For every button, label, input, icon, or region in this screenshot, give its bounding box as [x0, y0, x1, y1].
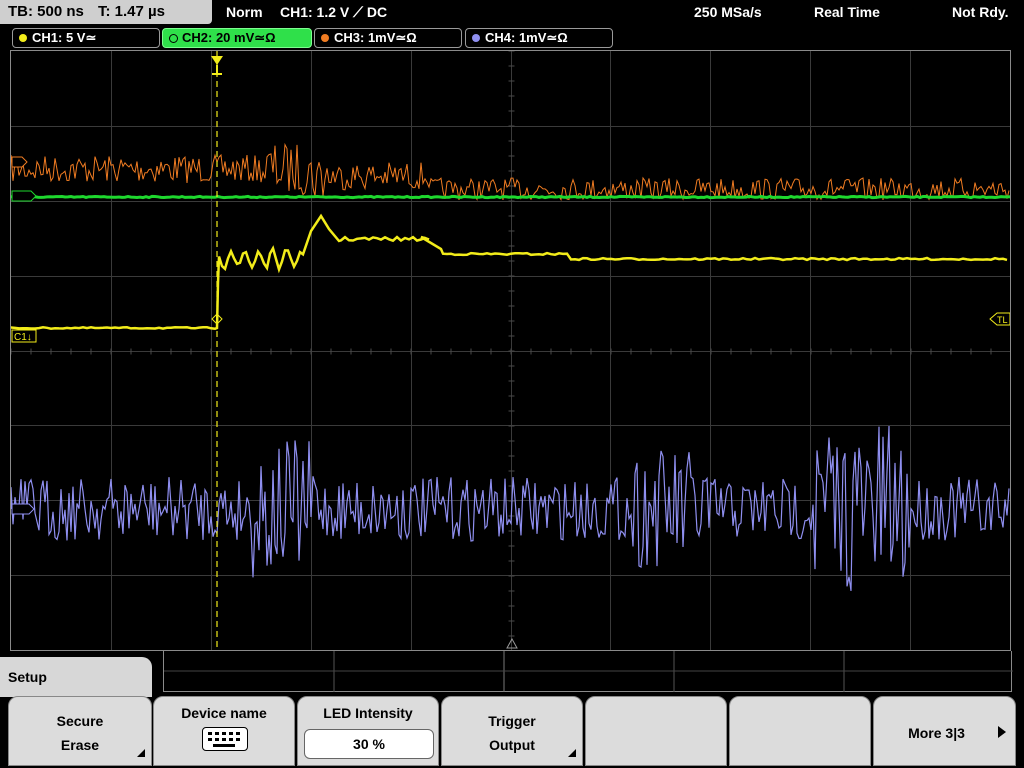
ch4-ground-marker[interactable] [11, 503, 35, 515]
trigger-level-marker[interactable]: TL [989, 312, 1010, 326]
ch3-trace [11, 142, 1010, 202]
tab-ch2[interactable]: CH2: 20 mV≃Ω [162, 28, 312, 48]
ch4-trace [11, 425, 1010, 591]
ch4-color-icon [472, 34, 480, 42]
timebase-box[interactable]: TB: 500 ns T: 1.47 µs [0, 0, 212, 24]
ch2-ground-marker[interactable] [11, 190, 37, 202]
arrow-right-icon [998, 726, 1006, 738]
acquisition-mode-label: Real Time [814, 4, 880, 20]
tab-ch1[interactable]: CH1: 5 V≃ [12, 28, 160, 48]
ready-state-label: Not Rdy. [952, 4, 1009, 20]
tab-ch4-label: CH4: 1mV≃Ω [485, 30, 568, 45]
led-intensity-label: LED Intensity [323, 705, 413, 721]
menu-title: Setup [8, 669, 47, 685]
ch1-ground-marker[interactable]: C1↓ [11, 329, 37, 343]
status-bar: TB: 500 ns T: 1.47 µs Norm CH1: 1.2 V ⟋ … [0, 0, 1024, 26]
trigger-output-line1: Trigger [488, 713, 536, 729]
more-button[interactable]: More 3|3 [873, 696, 1016, 766]
tab-ch3[interactable]: CH3: 1mV≃Ω [314, 28, 462, 48]
trigger-position-icon[interactable] [211, 56, 223, 75]
submenu-corner-icon [568, 749, 576, 757]
led-intensity-button[interactable]: LED Intensity 30 % [297, 696, 439, 766]
trigger-mode-label: Norm [226, 4, 263, 20]
ch3-color-icon [321, 34, 329, 42]
trigger-output-button[interactable]: Trigger Output [441, 696, 583, 766]
waveform-display[interactable]: C1↓ TL [10, 50, 1011, 651]
softkey-6-empty[interactable] [729, 696, 871, 766]
ch2-color-icon [169, 34, 178, 43]
secure-erase-line2: Erase [60, 737, 100, 753]
secure-erase-line1: Secure [56, 713, 104, 729]
more-label: More 3|3 [908, 725, 965, 741]
led-intensity-value[interactable]: 30 % [304, 729, 434, 759]
ch1-trace [11, 213, 1008, 330]
timebase-label: TB: 500 ns [8, 3, 84, 20]
secure-erase-button[interactable]: Secure Erase [8, 696, 152, 766]
sample-rate-label: 250 MSa/s [694, 4, 762, 20]
trigger-time-label: T: 1.47 µs [98, 3, 166, 20]
trigger-source-label: CH1: 1.2 V ⟋ DC [280, 4, 388, 20]
device-name-label: Device name [181, 705, 267, 721]
zoom-overview-bar [163, 651, 1013, 692]
keyboard-icon [202, 727, 248, 751]
ch3-ground-marker[interactable] [11, 156, 28, 168]
softkey-5-empty[interactable] [585, 696, 727, 766]
tab-ch3-label: CH3: 1mV≃Ω [334, 30, 417, 45]
tab-ch4[interactable]: CH4: 1mV≃Ω [465, 28, 613, 48]
tab-ch2-label: CH2: 20 mV≃Ω [182, 30, 276, 45]
tab-ch1-label: CH1: 5 V≃ [32, 30, 97, 45]
trigger-output-line2: Output [489, 737, 535, 753]
trigger-level-label: TL [997, 315, 1008, 325]
traces-layer: C1↓ TL [11, 51, 1010, 650]
ch1-ground-label: C1↓ [14, 332, 32, 343]
horizontal-center-icon [506, 637, 518, 649]
device-name-button[interactable]: Device name [153, 696, 295, 766]
menu-title-tab: Setup [0, 657, 152, 697]
ch2-trace [11, 194, 1010, 200]
submenu-corner-icon [137, 749, 145, 757]
ch1-color-icon [19, 34, 27, 42]
